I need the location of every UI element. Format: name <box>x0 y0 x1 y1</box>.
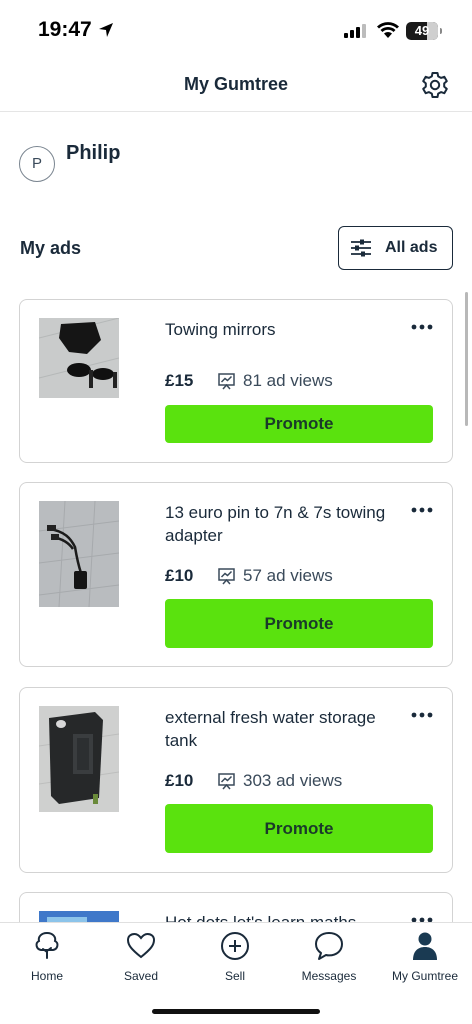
ad-views: 57 ad views <box>218 566 333 586</box>
ad-title[interactable]: Towing mirrors <box>165 318 395 341</box>
promote-button[interactable]: Promote <box>165 599 433 648</box>
ad-price: £10 <box>165 566 194 585</box>
header: My Gumtree <box>0 62 472 112</box>
views-chart-icon <box>218 372 235 389</box>
ad-views: 81 ad views <box>218 371 333 391</box>
avatar: P <box>19 146 55 182</box>
profile-name: Philip <box>66 142 121 164</box>
nav-sell-label: Sell <box>224 969 245 983</box>
gear-icon[interactable] <box>420 70 450 100</box>
ad-title[interactable]: 13 euro pin to 7n & 7s towing adapter <box>165 501 395 547</box>
promote-button[interactable]: Promote <box>165 804 433 853</box>
ad-thumbnail[interactable] <box>39 501 119 607</box>
ad-card[interactable]: 13 euro pin to 7n & 7s towing adapter £1… <box>19 482 453 667</box>
ad-card[interactable]: Towing mirrors £15 81 ad views Promote <box>19 299 453 463</box>
ad-price: £15 <box>165 371 194 390</box>
more-options-icon[interactable] <box>411 712 433 718</box>
all-ads-label: All ads <box>385 239 438 256</box>
location-arrow-icon <box>99 23 113 37</box>
filter-sliders-icon <box>351 239 371 257</box>
person-icon <box>413 932 437 960</box>
status-bar: 19:47 49 <box>0 0 472 62</box>
nav-messages[interactable]: Messages <box>282 929 376 983</box>
my-ads-heading: My ads <box>20 238 82 258</box>
nav-my-gumtree[interactable]: My Gumtree <box>378 929 472 983</box>
promote-button[interactable]: Promote <box>165 405 433 443</box>
views-chart-icon <box>218 772 235 789</box>
heart-icon <box>126 932 156 959</box>
battery-level: 49 <box>414 23 430 38</box>
screen: 19:47 49 My Gumtree P Philip My ads All … <box>0 0 472 1024</box>
scrollbar[interactable] <box>465 292 468 426</box>
more-options-icon[interactable] <box>411 324 433 330</box>
chat-bubble-icon <box>315 932 343 960</box>
ad-views: 303 ad views <box>218 771 342 791</box>
tree-icon <box>35 931 59 959</box>
ad-card[interactable]: external fresh water storage tank £10 30… <box>19 687 453 873</box>
battery-icon: 49 <box>406 22 442 40</box>
ad-price: £10 <box>165 771 194 790</box>
wifi-icon <box>377 22 399 38</box>
ad-thumbnail[interactable] <box>39 318 119 398</box>
status-time: 19:47 <box>38 18 92 41</box>
ad-title[interactable]: external fresh water storage tank <box>165 706 395 752</box>
ad-views-count: 303 ad views <box>243 771 343 790</box>
nav-home-label: Home <box>30 969 63 983</box>
ad-views-count: 57 ad views <box>243 566 333 585</box>
nav-saved-label: Saved <box>123 969 159 983</box>
nav-messages-label: Messages <box>301 969 357 983</box>
ad-thumbnail[interactable] <box>39 706 119 812</box>
home-indicator[interactable] <box>152 1009 320 1014</box>
nav-home[interactable]: Home <box>0 929 94 983</box>
nav-saved[interactable]: Saved <box>94 929 188 983</box>
page-title: My Gumtree <box>183 74 289 94</box>
cellular-signal-icon <box>344 24 366 38</box>
nav-sell[interactable]: Sell <box>188 929 282 983</box>
plus-circle-icon <box>221 932 249 960</box>
all-ads-filter-button[interactable]: All ads <box>338 226 453 270</box>
views-chart-icon <box>218 567 235 584</box>
nav-my-gumtree-label: My Gumtree <box>391 969 458 983</box>
more-options-icon[interactable] <box>411 507 433 513</box>
ad-views-count: 81 ad views <box>243 371 333 390</box>
